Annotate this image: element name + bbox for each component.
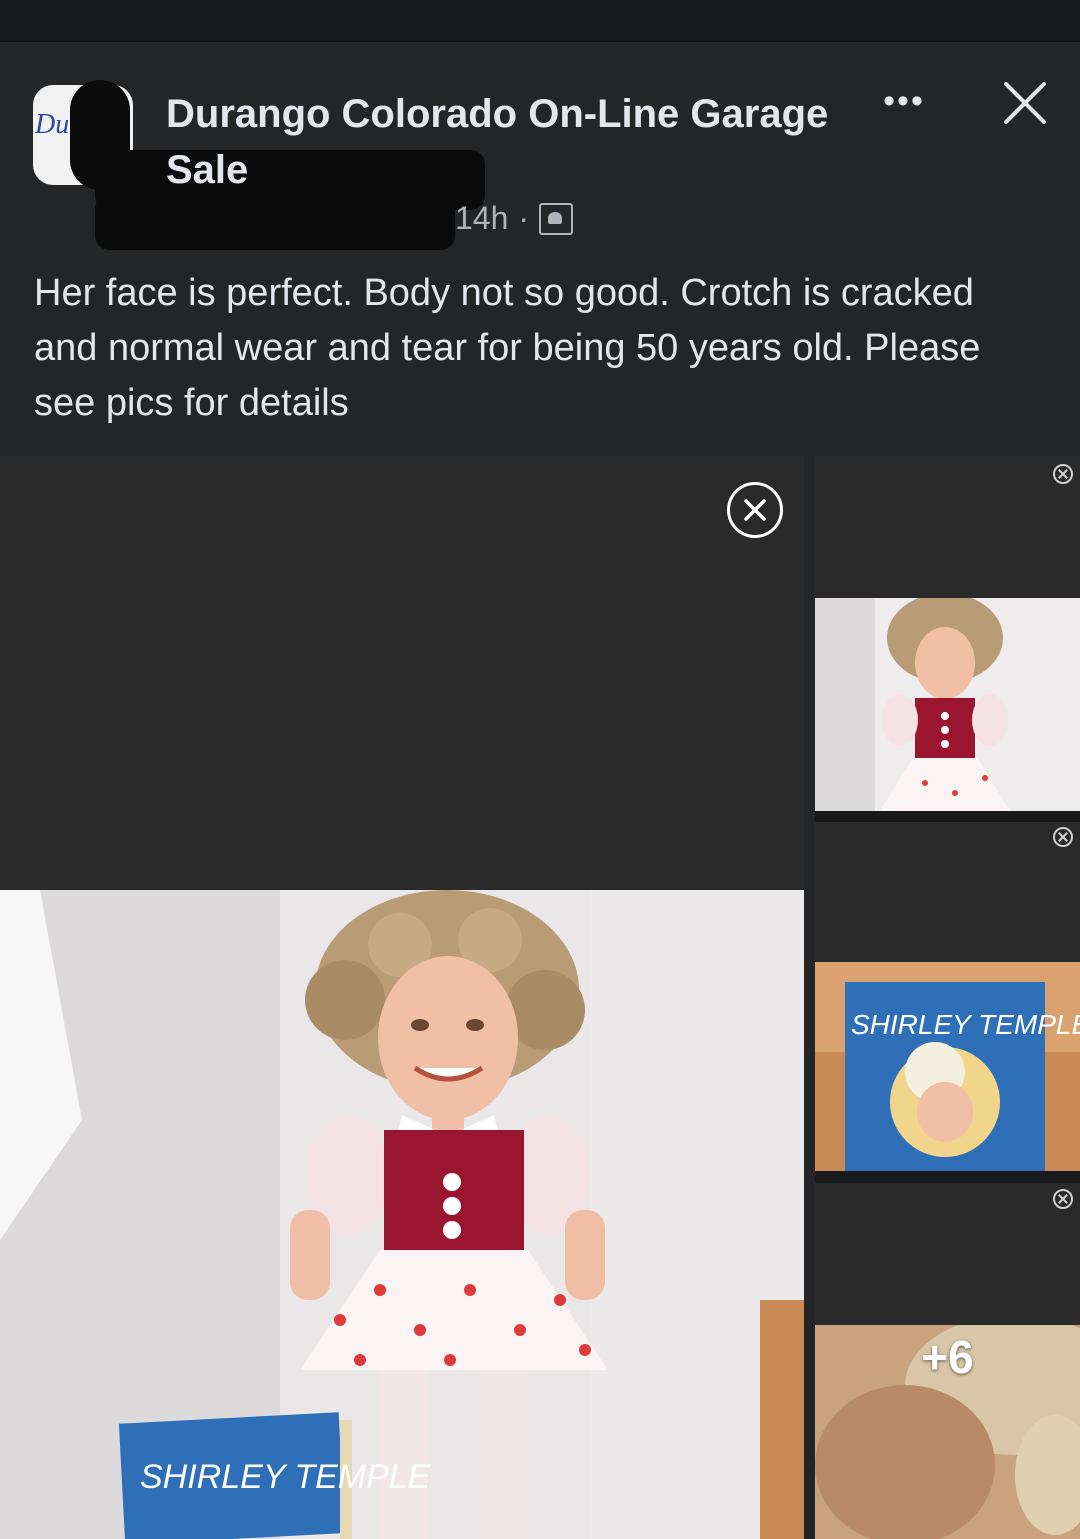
thumbnail-placeholder — [815, 456, 1080, 598]
doll-front-photo — [815, 598, 1080, 811]
members-icon — [539, 202, 574, 235]
thumbnail-placeholder — [815, 1183, 1080, 1325]
main-photo[interactable]: SHIRLEY TEMPLE — [0, 890, 804, 1539]
book-title-text: SHIRLEY TEMPLE — [140, 1458, 431, 1496]
meta-separator: · — [518, 200, 530, 236]
svg-text:SHIRLEY TEMPLE: SHIRLEY TEMPLE — [851, 1009, 1080, 1040]
close-icon — [1004, 82, 1046, 124]
shirley-temple-book-photo: SHIRLEY TEMPLE — [815, 962, 1080, 1171]
redaction-mark — [95, 195, 455, 250]
group-name-link[interactable]: Durango Colorado On-Line Garage Sale — [166, 86, 866, 198]
close-button[interactable] — [1000, 78, 1050, 128]
close-circle-icon — [744, 499, 766, 521]
thumbnail-placeholder — [815, 822, 1080, 962]
thumbnail-doll-front[interactable] — [815, 598, 1080, 811]
post-body-text: Her face is perfect. Body not so good. C… — [34, 272, 981, 424]
remove-photo-button[interactable] — [727, 482, 783, 538]
main-photo-placeholder — [0, 456, 804, 890]
more-options-button[interactable]: ••• — [878, 84, 930, 118]
remove-thumbnail-icon[interactable] — [1053, 1189, 1073, 1209]
remove-thumbnail-icon[interactable] — [1053, 464, 1073, 484]
thumbnail-book[interactable]: SHIRLEY TEMPLE — [815, 962, 1080, 1171]
doll-photo-image: SHIRLEY TEMPLE — [0, 890, 804, 1539]
post-meta: 14h · — [455, 200, 574, 237]
status-bar — [0, 0, 1080, 42]
remove-thumbnail-icon[interactable] — [1053, 827, 1073, 847]
post-time[interactable]: 14h — [455, 200, 508, 237]
more-photos-count[interactable]: +6 — [815, 1330, 1080, 1384]
